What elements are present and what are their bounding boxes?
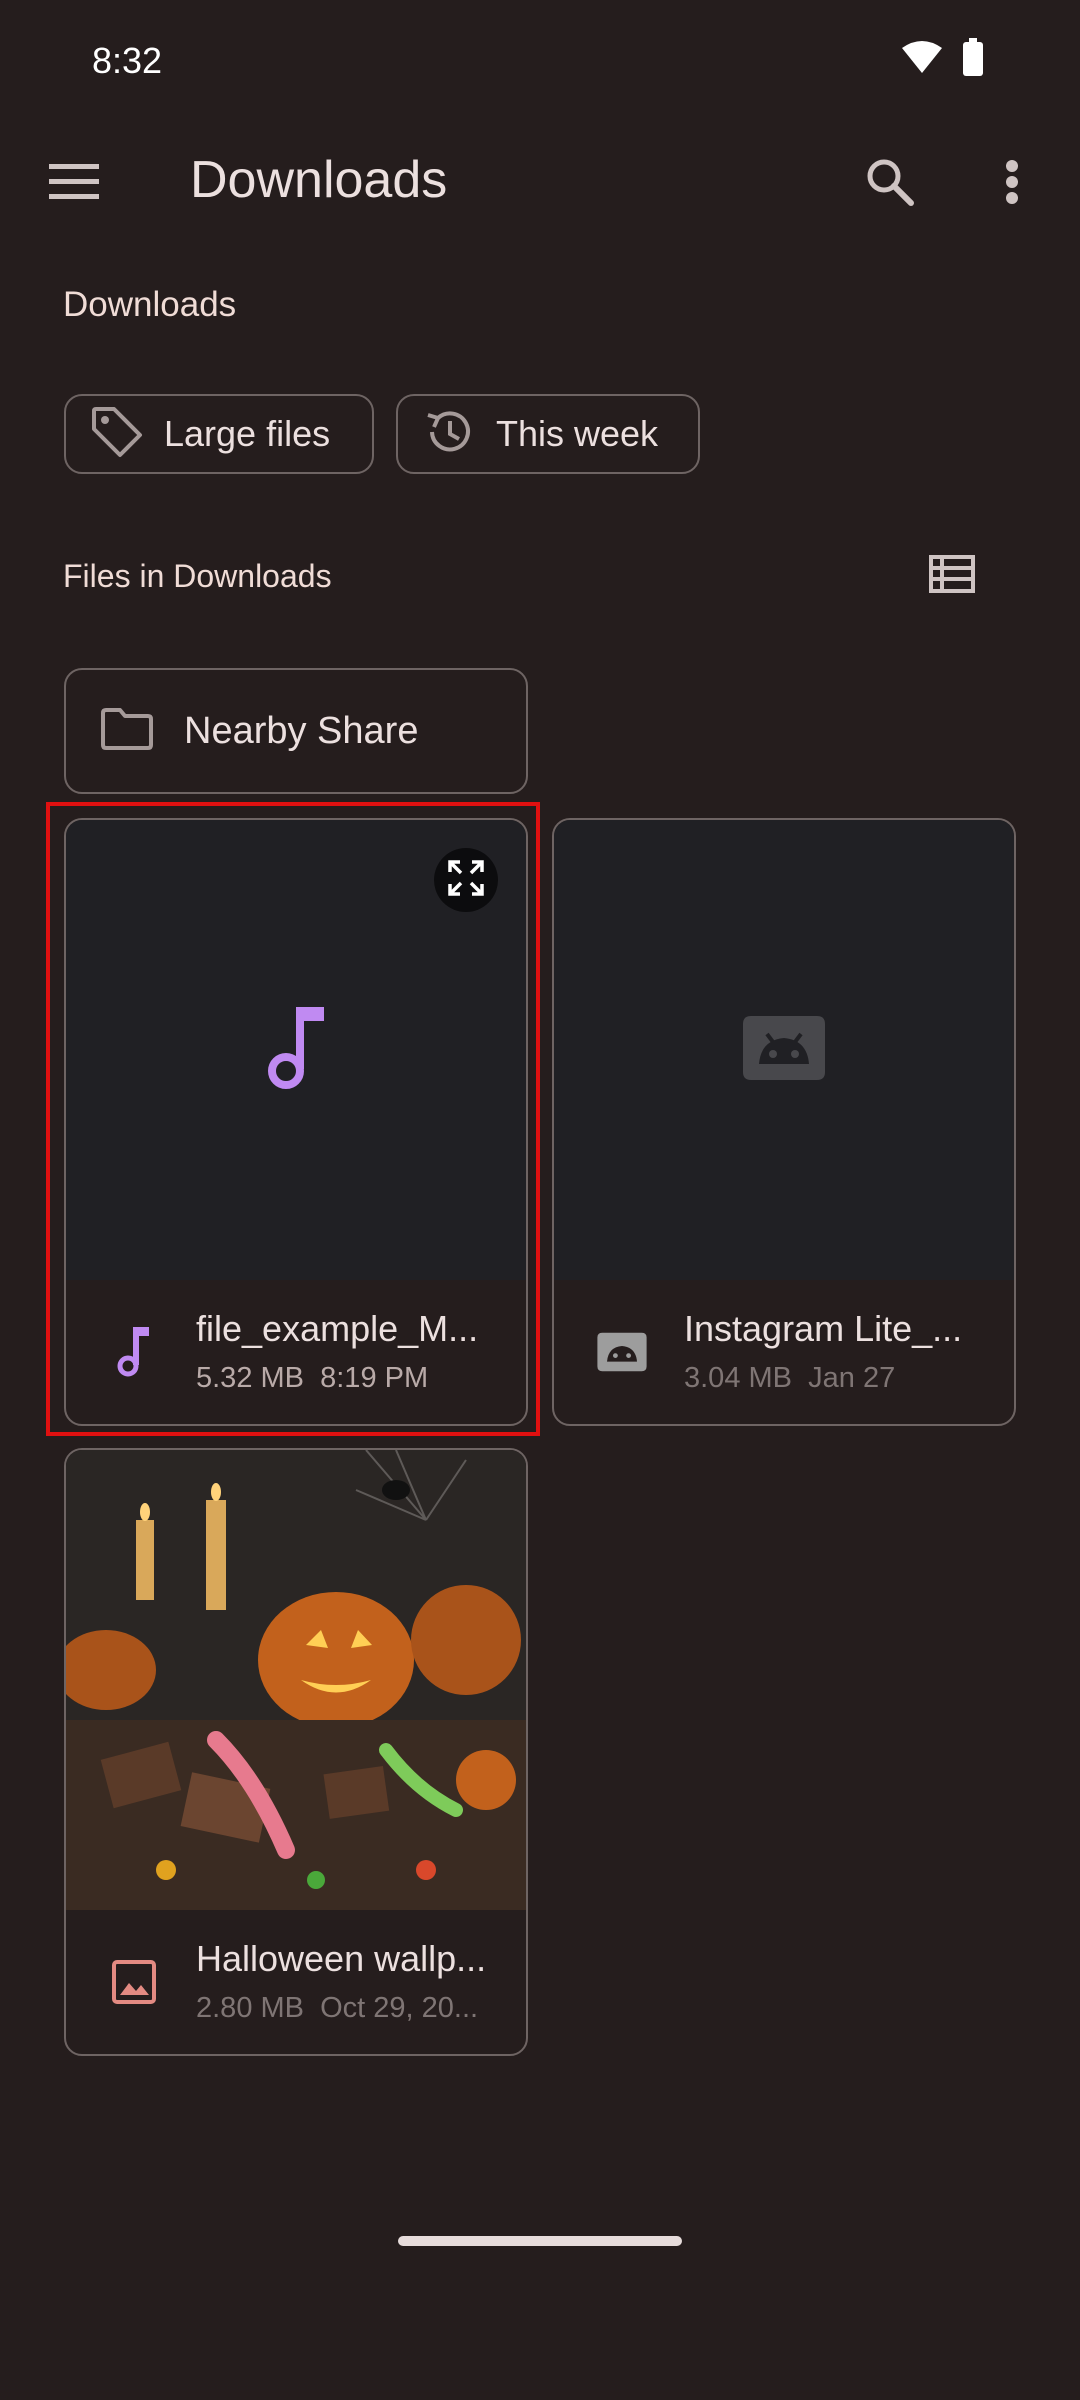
folder-nearby-share[interactable]: Nearby Share — [64, 668, 528, 794]
chip-label: This week — [496, 413, 659, 454]
audio-file-icon — [106, 1324, 162, 1380]
chip-label: Large files — [164, 413, 331, 454]
file-card-image[interactable]: Halloween wallp... 2.80 MB Oct 29, 20... — [64, 1448, 528, 2056]
menu-button[interactable] — [26, 136, 122, 232]
menu-icon — [49, 163, 99, 205]
file-thumbnail — [66, 820, 526, 1280]
list-view-button[interactable] — [904, 528, 1000, 624]
section-title: Downloads — [63, 285, 237, 324]
file-info: file_example_M... 5.32 MB 8:19 PM — [66, 1280, 526, 1420]
chip-large-files[interactable]: Large files — [64, 394, 374, 474]
files-header: Files in Downloads — [63, 558, 332, 594]
wifi-icon — [902, 40, 942, 79]
file-name: Instagram Lite_... — [684, 1308, 963, 1349]
file-info: Halloween wallp... 2.80 MB Oct 29, 20... — [66, 1910, 526, 2050]
apk-file-icon — [594, 1324, 650, 1380]
image-file-icon — [106, 1954, 162, 2010]
fullscreen-icon — [446, 858, 486, 903]
more-options-button[interactable] — [964, 136, 1060, 232]
history-icon — [422, 405, 476, 464]
file-meta: 5.32 MB 8:19 PM — [196, 1362, 429, 1394]
file-name: file_example_M... — [196, 1308, 479, 1349]
file-meta: 3.04 MB Jan 27 — [684, 1362, 896, 1394]
image-thumbnail — [66, 1450, 526, 1910]
battery-icon — [962, 38, 984, 81]
status-bar: 8:32 — [0, 0, 1080, 120]
folder-label: Nearby Share — [184, 709, 419, 752]
music-note-icon — [266, 1006, 326, 1094]
more-vert-icon — [1005, 159, 1019, 209]
search-button[interactable] — [842, 136, 938, 232]
home-indicator[interactable] — [398, 2236, 682, 2246]
android-icon — [739, 1012, 829, 1089]
search-icon — [865, 157, 915, 212]
tag-icon — [90, 405, 144, 464]
file-info: Instagram Lite_... 3.04 MB Jan 27 — [554, 1280, 1014, 1420]
folder-icon — [100, 707, 154, 756]
file-thumbnail — [554, 820, 1014, 1280]
chip-this-week[interactable]: This week — [396, 394, 700, 474]
expand-preview-button[interactable] — [434, 848, 498, 912]
status-icons — [902, 38, 984, 81]
file-card-apk[interactable]: Instagram Lite_... 3.04 MB Jan 27 — [552, 818, 1016, 1426]
file-meta: 2.80 MB Oct 29, 20... — [196, 1992, 479, 2024]
page-title: Downloads — [190, 151, 448, 209]
file-card-audio[interactable]: file_example_M... 5.32 MB 8:19 PM — [64, 818, 528, 1426]
status-time: 8:32 — [92, 40, 163, 81]
file-name: Halloween wallp... — [196, 1938, 487, 1979]
list-view-icon — [929, 554, 975, 598]
